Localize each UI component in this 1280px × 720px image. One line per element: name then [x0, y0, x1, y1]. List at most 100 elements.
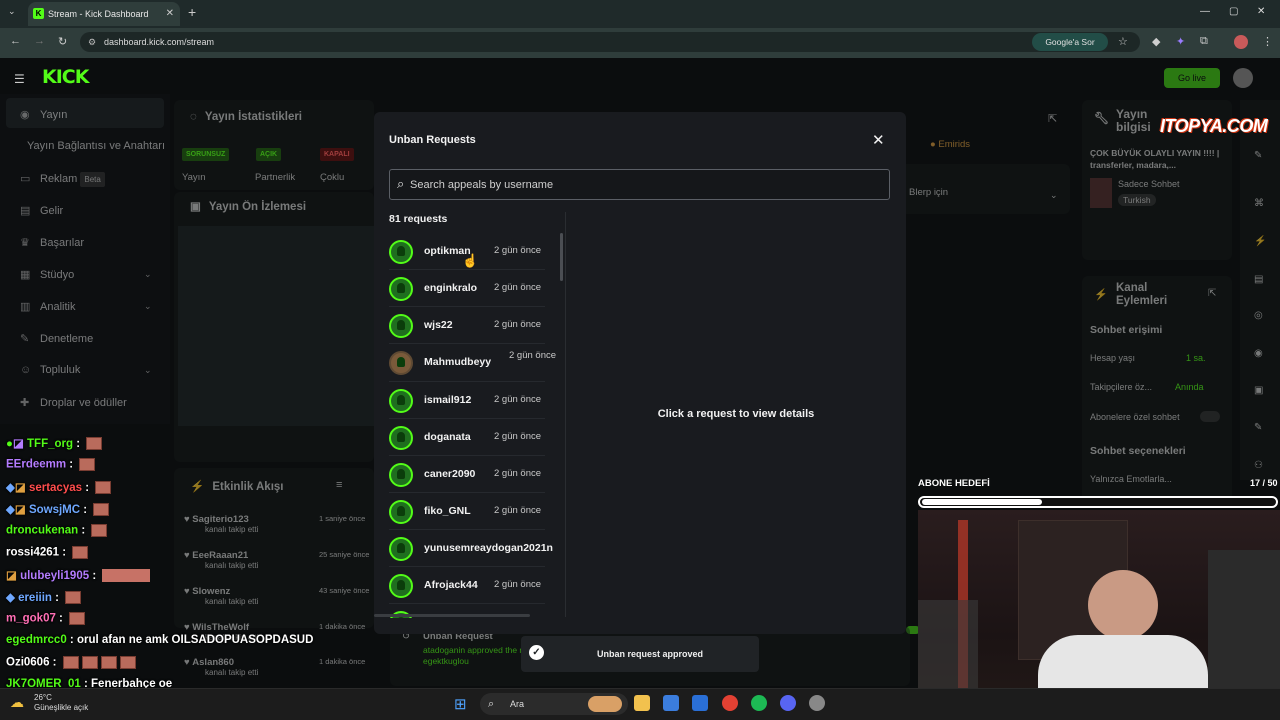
extension-2-icon[interactable]: ✦ — [1176, 35, 1185, 48]
chevron-down-icon[interactable]: ⌄ — [144, 301, 152, 312]
lightning-icon[interactable]: ⚡ — [1254, 236, 1266, 247]
sidebar-item-analitik[interactable]: ▥ Analitik — [20, 300, 75, 313]
sidebar-item-droplar[interactable]: ✚ Droplar ve ödüller — [20, 396, 127, 409]
close-tab-icon[interactable]: ✕ — [166, 2, 174, 26]
broadcast-icon[interactable]: ◉ — [1254, 348, 1263, 359]
request-username: Afrojack44 — [424, 579, 478, 591]
emote-icon — [119, 656, 136, 669]
store-icon[interactable] — [663, 695, 679, 711]
chat-user: droncukenan — [6, 524, 79, 537]
sidebar-item-basarilar[interactable]: ♛ Başarılar — [20, 236, 84, 249]
kick-logo[interactable]: KICK — [42, 66, 89, 88]
list-item[interactable]: enginkralo 2 gün önce — [389, 270, 545, 307]
user-avatar[interactable] — [1233, 68, 1253, 88]
hamburger-menu-icon[interactable]: ☰ — [14, 72, 25, 86]
list-icon[interactable]: ▤ — [1254, 274, 1263, 285]
list-item[interactable]: fiko_GNL 2 gün önce — [389, 493, 545, 530]
popout-icon[interactable]: ⇱ — [1208, 288, 1216, 299]
search-input[interactable] — [410, 170, 880, 199]
extension-icon[interactable]: ◆ — [1152, 35, 1160, 48]
chat-user: m_gok07 — [6, 612, 56, 625]
sidebar-item-yayin[interactable]: ◉ Yayın — [20, 108, 67, 121]
back-icon[interactable]: ← — [10, 35, 21, 47]
search-icon: ⌕ — [488, 698, 495, 710]
new-tab-icon[interactable]: + — [188, 4, 196, 20]
request-time: 2 gün önce — [494, 505, 542, 516]
sidebar-item-gelir[interactable]: ▤ Gelir — [20, 204, 63, 217]
minimize-icon[interactable]: — — [1200, 6, 1210, 17]
sidebar-item-topluluk[interactable]: ☺ Topluluk — [20, 364, 80, 376]
mail-icon[interactable] — [692, 695, 708, 711]
weather-widget[interactable]: 26°C Güneşlikle açık — [34, 693, 88, 713]
list-item[interactable]: ismail912 2 gün önce — [389, 382, 545, 419]
request-username: fiko_GNL — [424, 505, 471, 517]
sidebar-item-studyo[interactable]: ▦ Stüdyo — [20, 268, 74, 281]
sub-goal-progress-fill — [922, 499, 1042, 505]
list-item[interactable]: Afrojack44 2 gün önce — [389, 567, 545, 604]
popout-icon[interactable]: ⇱ — [1048, 112, 1057, 125]
browser-menu-icon[interactable]: ⋮ — [1262, 35, 1273, 48]
list-item[interactable]: doganata 2 gün önce — [389, 419, 545, 456]
url-text: dashboard.kick.com/stream — [104, 37, 215, 47]
file-explorer-icon[interactable] — [634, 695, 650, 711]
tool-icon[interactable]: ⌘ — [1254, 198, 1264, 209]
wrench-icon[interactable]: ✎ — [1254, 422, 1262, 433]
avatar — [389, 314, 413, 338]
sidebar-item-stream-key[interactable]: Yayın Bağlantısı ve Anahtarı — [27, 140, 165, 152]
profile-avatar[interactable] — [1234, 35, 1248, 49]
unban-log-user: egektkuglou — [423, 656, 469, 666]
followers-only-value[interactable]: Anında — [1175, 382, 1204, 392]
steam-icon[interactable] — [809, 695, 825, 711]
horizontal-scrollbar[interactable] — [374, 614, 530, 617]
weather-icon[interactable]: ☁ — [10, 694, 24, 711]
list-item[interactable]: yunusemreaydogan2021n — [389, 530, 553, 567]
close-icon[interactable]: ✕ — [872, 131, 885, 149]
reload-icon[interactable]: ↻ — [58, 35, 67, 48]
browser-tab[interactable]: K Stream - Kick Dashboard ✕ — [28, 2, 180, 26]
list-item[interactable]: wjs22 2 gün önce — [389, 307, 545, 344]
taskbar-search[interactable]: ⌕ Ara — [480, 693, 628, 715]
site-info-icon[interactable]: ⚙ — [88, 32, 96, 52]
sidebar-item-reklam[interactable]: ▭ Reklam Beta — [20, 172, 105, 187]
edit-icon[interactable]: ✎ — [1254, 150, 1262, 161]
chevron-down-icon[interactable]: ⌄ — [144, 365, 152, 376]
stats-icon: ◌ — [190, 111, 197, 123]
discord-icon[interactable] — [780, 695, 796, 711]
sub-goal-count: 17 / 50 — [1250, 478, 1278, 488]
emotes-only-label: Yalnızca Emotlarla... — [1090, 474, 1172, 484]
maximize-icon[interactable]: ▢ — [1229, 6, 1238, 17]
spotify-icon[interactable] — [751, 695, 767, 711]
close-window-icon[interactable]: ✕ — [1257, 6, 1265, 17]
account-age-value[interactable]: 1 sa. — [1186, 353, 1206, 363]
list-item[interactable]: caner2090 2 gün önce — [389, 456, 545, 493]
go-live-button[interactable]: Go live — [1164, 68, 1220, 88]
bookmark-star-icon[interactable]: ☆ — [1118, 35, 1128, 48]
tab-list-icon[interactable]: ⌄ — [8, 6, 16, 17]
chevron-down-icon[interactable]: ⌄ — [144, 269, 152, 280]
subs-only-toggle[interactable] — [1200, 411, 1220, 422]
users-icon[interactable]: ⚇ — [1254, 460, 1263, 471]
emote-icon — [81, 656, 98, 669]
forward-icon[interactable]: → — [34, 35, 45, 47]
avatar — [389, 500, 413, 524]
sidebar-item-denetleme[interactable]: ✎ Denetleme — [20, 332, 93, 345]
analytics-icon: ▥ — [20, 301, 31, 313]
chrome-icon[interactable] — [722, 695, 738, 711]
chat-text: orul afan ne amk OILSADOPUASOPDASUD — [76, 634, 314, 646]
list-item[interactable]: Mahmudbeyy 2 gün önce — [389, 344, 556, 382]
google-sor-button[interactable]: Google'a Sor — [1032, 33, 1108, 51]
request-time: 2 gün önce — [494, 282, 542, 293]
request-username: enginkralo — [424, 282, 478, 294]
gift-icon: ✚ — [20, 397, 30, 409]
avatar — [389, 463, 413, 487]
list-scrollbar[interactable] — [560, 233, 563, 281]
chat-icon[interactable]: ◎ — [1254, 310, 1263, 321]
lightning-icon: ⚡ — [1094, 289, 1108, 301]
chat-user: ereiiin — [18, 592, 52, 604]
settings-icon[interactable]: ▣ — [1254, 385, 1263, 396]
search-highlight-image — [588, 696, 622, 712]
url-bar[interactable]: ⚙ dashboard.kick.com/stream — [80, 32, 1140, 52]
windows-start-icon[interactable]: ⊞ — [454, 695, 467, 713]
chevron-down-icon[interactable]: ⌄ — [1050, 190, 1058, 201]
extensions-puzzle-icon[interactable]: ⧉ — [1200, 35, 1208, 48]
